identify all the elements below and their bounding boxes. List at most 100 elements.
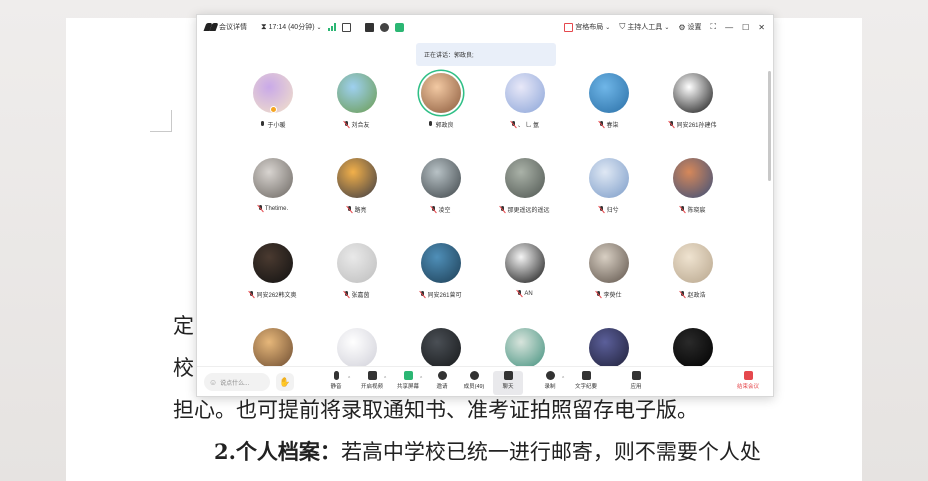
avatar: [421, 328, 461, 368]
participant-tile[interactable]: 路亮: [315, 158, 399, 214]
apps-icon: [631, 371, 641, 380]
participant-name-row: 春柒: [567, 120, 651, 129]
participant-name: 郭政良: [435, 123, 454, 129]
participant-tile[interactable]: 凌空: [399, 158, 483, 214]
share-screen-button[interactable]: 共享屏幕: [393, 371, 423, 395]
avatar: [589, 73, 629, 113]
mic-muted-icon: [249, 291, 254, 298]
participant-tile[interactable]: 陈晓宸: [651, 158, 735, 214]
avatar: [673, 158, 713, 198]
network-signal-icon[interactable]: [327, 23, 336, 31]
end-meeting-button[interactable]: 结束会议: [733, 371, 763, 395]
participant-tile[interactable]: 刘合友: [315, 73, 399, 129]
participant-tile[interactable]: 同安261孙建伟: [651, 73, 735, 129]
settings-button[interactable]: ⚙ 设置: [678, 22, 701, 32]
mic-muted-icon: [669, 121, 674, 128]
participant-tile[interactable]: [315, 328, 399, 368]
participant-tile[interactable]: Thetime.: [231, 158, 315, 212]
avatar: [337, 328, 377, 368]
participant-tile[interactable]: [567, 328, 651, 368]
participant-tile[interactable]: [651, 328, 735, 368]
avatar: [253, 158, 293, 198]
share-screen-icon: [403, 371, 413, 380]
participant-tile[interactable]: 张嘉茵: [315, 243, 399, 299]
participant-tile[interactable]: 同安262韩文奥: [231, 243, 315, 299]
doc-line-3: 担心。也可提前将录取通知书、准考证拍照留存电子版。: [173, 398, 698, 422]
doc-line-4-bold: 2.个人档案：: [214, 439, 341, 464]
invite-button[interactable]: 邀请: [427, 371, 457, 395]
participant-name-row: 张嘉茵: [315, 290, 399, 299]
record-chevron-icon[interactable]: ⌃: [561, 376, 565, 382]
participant-name: 于小暖: [267, 123, 286, 129]
participant-tile[interactable]: 李熒仕: [567, 243, 651, 299]
participant-tile[interactable]: 、 乚 氬: [483, 73, 567, 129]
exit-icon: [743, 371, 753, 380]
apps-label: 应用: [630, 384, 642, 390]
say-something-input[interactable]: ☺ 说点什么...: [204, 373, 270, 391]
raise-hand-button[interactable]: ✋: [276, 373, 294, 391]
participant-name: AN: [524, 290, 533, 297]
participant-name-row: 路亮: [315, 205, 399, 214]
participant-name-row: 、 乚 氬: [483, 120, 567, 129]
doc-line-2: 校: [173, 356, 194, 380]
participant-name: Thetime.: [264, 205, 289, 212]
close-icon[interactable]: ✕: [758, 23, 765, 32]
participant-tile[interactable]: AN: [483, 243, 567, 297]
chevron-down-icon: ⌄: [664, 24, 670, 31]
chat-button[interactable]: 聊天: [493, 371, 523, 395]
meeting-toolbar: ☺ 说点什么... ✋ 静音 ⌃ 开启视频 ⌃ 共享屏幕 ⌃ 邀请 成员(49): [197, 366, 773, 396]
mic-muted-icon: [511, 121, 516, 128]
participant-tile[interactable]: 赵政浩: [651, 243, 735, 299]
meeting-details-button[interactable]: 会议详情: [205, 22, 247, 32]
open-external-icon[interactable]: [341, 22, 351, 32]
participant-tile[interactable]: 那更遥远的遥远: [483, 158, 567, 214]
minutes-button[interactable]: 文字纪要: [571, 371, 601, 395]
video-chevron-icon[interactable]: ⌃: [383, 376, 387, 382]
record-button[interactable]: 录制: [535, 371, 565, 395]
video-button[interactable]: 开启视频: [357, 371, 387, 395]
minimize-icon[interactable]: —: [725, 23, 733, 32]
participant-name-row: 于小暖: [231, 120, 315, 129]
fullscreen-icon[interactable]: ⛶: [711, 22, 717, 32]
participant-name-row: 同安261孙建伟: [651, 120, 735, 129]
participant-tile[interactable]: 归兮: [567, 158, 651, 214]
doc-line-4: 2.个人档案：若高中学校已统一进行邮寄，则不需要个人处: [214, 436, 761, 466]
minutes-icon: [581, 371, 591, 380]
whiteboard-icon[interactable]: [394, 22, 404, 32]
participant-tile[interactable]: 春柒: [567, 73, 651, 129]
participant-tile[interactable]: [231, 328, 315, 368]
mic-muted-icon: [500, 206, 505, 213]
participant-tile[interactable]: [399, 328, 483, 368]
avatar: [421, 243, 461, 283]
invite-label: 邀请: [436, 384, 448, 390]
participant-name: 凌空: [438, 208, 451, 214]
avatar: [421, 158, 461, 198]
participant-tile[interactable]: [483, 328, 567, 368]
doc-line-4-rest: 若高中学校已统一进行邮寄，则不需要个人处: [340, 440, 761, 464]
participant-tile[interactable]: 同安261曾可: [399, 243, 483, 299]
meeting-timer[interactable]: ⧗ 17:14 (40分钟) ⌄: [261, 22, 322, 32]
mute-button[interactable]: 静音: [321, 371, 351, 395]
participant-name-row: Thetime.: [231, 205, 315, 212]
participants-share-icon[interactable]: [379, 22, 389, 32]
layout-button[interactable]: 宫格布局 ⌄: [564, 22, 610, 32]
members-label: 成员(49): [463, 384, 485, 390]
translate-icon[interactable]: [364, 22, 374, 32]
participant-name: 路亮: [354, 208, 367, 214]
participant-tile[interactable]: 郭政良: [399, 73, 483, 129]
participant-name: 赵政浩: [687, 293, 706, 299]
participant-name: 张嘉茵: [351, 293, 370, 299]
participant-name: 同安262韩文奥: [256, 293, 297, 299]
maximize-icon[interactable]: ☐: [742, 23, 749, 32]
host-tools-button[interactable]: ⛉ 主持人工具 ⌄: [619, 22, 669, 32]
layout-label: 宫格布局: [575, 24, 604, 31]
apps-button[interactable]: 应用: [621, 371, 651, 395]
participant-tile[interactable]: 于小暖: [231, 73, 315, 129]
avatar: [589, 328, 629, 368]
mute-chevron-icon[interactable]: ⌃: [347, 376, 351, 382]
scrollbar[interactable]: [768, 71, 771, 181]
members-button[interactable]: 成员(49): [459, 371, 489, 395]
share-chevron-icon[interactable]: ⌃: [419, 376, 423, 382]
participant-name: 同安261曾可: [427, 293, 462, 299]
participant-name: 陈晓宸: [687, 208, 706, 214]
